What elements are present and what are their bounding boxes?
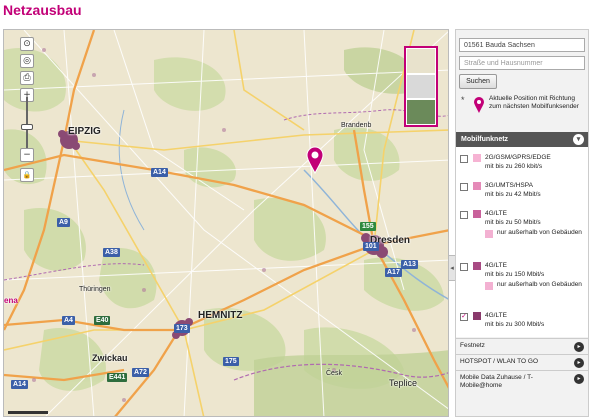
road-shield: 173	[174, 324, 190, 333]
legend-checkbox[interactable]	[460, 155, 468, 163]
road-shield: A14	[151, 168, 168, 177]
lock-icon[interactable]: 🔒	[20, 168, 34, 182]
road-shield: A9	[57, 218, 70, 227]
road-shield: A4	[62, 316, 75, 325]
hotspot-link[interactable]: HOTSPOT / WLAN TO GO ▸	[456, 354, 588, 370]
zoom-out-button[interactable]: −	[20, 148, 34, 162]
road-shield: A17	[385, 268, 402, 277]
legend-name: 4G/LTE	[485, 262, 507, 269]
legend-sub-text: nur außerhalb von Gebäuden	[497, 229, 582, 236]
legend-item[interactable]: 3G/UMTS/HSPA mit bis zu 42 Mbit/s	[460, 181, 586, 205]
network-legend-list: 2G/GSM/GPRS/EDGE mit bis zu 260 kbit/s 3…	[456, 147, 588, 337]
legend-name: 2G/GSM/GPRS/EDGE	[485, 154, 551, 161]
road-shield: A72	[132, 368, 149, 377]
legend-speed: mit bis zu 50 Mbit/s	[485, 219, 541, 226]
layer-thumb-terrain[interactable]	[407, 74, 435, 99]
legend-speed: mit bis zu 260 kbit/s	[485, 163, 543, 170]
current-position-row[interactable]: * Aktuelle Position mit Richtung zum näc…	[459, 95, 587, 129]
legend-speed: mit bis zu 150 Mbit/s	[485, 271, 545, 278]
street-input[interactable]: Straße und Hausnummer	[459, 56, 585, 70]
layer-thumb-satellite[interactable]	[407, 100, 435, 125]
mobile-data-link[interactable]: Mobile Data Zuhause / T-Mobile@home ▸	[456, 370, 588, 392]
arrow-right-icon: ▸	[574, 358, 584, 368]
region-label-ceske: Česk	[326, 370, 342, 377]
arrow-right-icon: ▸	[574, 342, 584, 352]
chevron-down-icon: ▾	[573, 134, 584, 145]
mobilfunknetz-label: Mobilfunknetz	[461, 136, 509, 143]
legend-swatch	[473, 182, 481, 190]
road-shield: E40	[94, 316, 111, 325]
road-shield: 101	[363, 242, 379, 251]
city-label-left-edge: ena	[4, 296, 18, 305]
legend-swatch	[473, 262, 481, 270]
legend-item[interactable]: 2G/GSM/GPRS/EDGE mit bis zu 260 kbit/s	[460, 153, 586, 177]
arrow-right-icon: ▸	[574, 374, 584, 384]
pan-icon[interactable]: ⊙	[20, 37, 34, 51]
road-shield: A13	[401, 260, 418, 269]
sidebar: 01561 Bauda Sachsen Straße und Hausnumme…	[455, 29, 589, 417]
position-pin-icon	[474, 97, 484, 113]
road-shield: A38	[103, 248, 120, 257]
legend-name: 4G/LTE	[485, 312, 507, 319]
city-label-chemnitz: HEMNITZ	[198, 310, 243, 321]
map-nav-controls: ⊙ ◎ ⎙	[18, 37, 36, 85]
road-shield: 155	[360, 222, 376, 231]
legend-sub-swatch	[485, 282, 493, 290]
app-root: Netzausbau EIPZIG Dresden HEMNITZ Zwicka…	[0, 0, 590, 419]
legend-swatch	[473, 154, 481, 162]
city-label-leipzig: EIPZIG	[68, 126, 101, 137]
location-pin-icon[interactable]	[306, 146, 324, 174]
legend-swatch	[473, 210, 481, 218]
legend-item[interactable]: 4G/LTE mit bis zu 50 Mbit/s nur außerhal…	[460, 209, 586, 255]
search-button[interactable]: Suchen	[459, 74, 497, 89]
legend-checkbox-checked[interactable]: ✓	[460, 313, 468, 321]
print-icon[interactable]: ⎙	[20, 71, 34, 85]
legend-swatch	[473, 312, 481, 320]
asterisk-icon: *	[461, 95, 465, 105]
city-label-zwickau: Zwickau	[92, 353, 128, 363]
legend-speed: mit bis zu 300 Mbit/s	[485, 321, 545, 328]
zoom-slider-handle[interactable]	[21, 124, 33, 130]
legend-checkbox[interactable]	[460, 211, 468, 219]
legend-sub-swatch	[485, 230, 493, 238]
hotspot-label: HOTSPOT / WLAN TO GO	[460, 358, 539, 365]
region-label-thueringen: Thüringen	[79, 286, 111, 293]
road-shield: A14	[11, 380, 28, 389]
page-title: Netzausbau	[3, 2, 82, 18]
city-label-teplice: Teplice	[389, 378, 418, 388]
location-input[interactable]: 01561 Bauda Sachsen	[459, 38, 585, 52]
mobile-data-label: Mobile Data Zuhause / T-Mobile@home	[460, 374, 533, 389]
festnetz-label: Festnetz	[460, 342, 485, 349]
locate-icon[interactable]: ◎	[20, 54, 34, 68]
festnetz-link[interactable]: Festnetz ▸	[456, 338, 588, 354]
legend-checkbox[interactable]	[460, 183, 468, 191]
road-shield: E441	[107, 373, 128, 382]
legend-name: 4G/LTE	[485, 210, 507, 217]
region-label-brandenburg: Brandenb	[341, 122, 372, 129]
legend-sub-text: nur außerhalb von Gebäuden	[497, 281, 582, 288]
current-position-text: Aktuelle Position mit Richtung zum nächs…	[489, 95, 579, 110]
legend-speed: mit bis zu 42 Mbit/s	[485, 191, 541, 198]
mobilfunknetz-header[interactable]: Mobilfunknetz ▾	[456, 132, 588, 147]
layer-thumb-map[interactable]	[407, 49, 435, 73]
legend-item[interactable]: 4G/LTE mit bis zu 150 Mbit/s nur außerha…	[460, 261, 586, 307]
road-shield: 175	[223, 357, 239, 366]
map-layer-switcher[interactable]	[404, 46, 438, 127]
legend-item[interactable]: ✓ 4G/LTE mit bis zu 300 Mbit/s	[460, 311, 586, 335]
legend-name: 3G/UMTS/HSPA	[485, 182, 533, 189]
legend-checkbox[interactable]	[460, 263, 468, 271]
map-canvas[interactable]: EIPZIG Dresden HEMNITZ Zwickau Teplice T…	[3, 29, 449, 417]
